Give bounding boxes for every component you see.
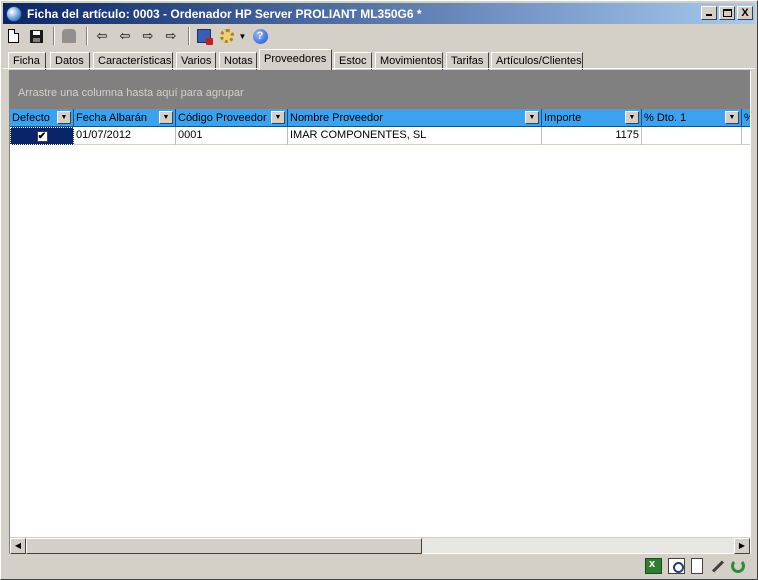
importe-cell[interactable]: 1175 (542, 127, 642, 145)
previous-record-button[interactable]: ⇦ (115, 26, 135, 46)
scroll-left-button[interactable]: ◀ (10, 538, 26, 554)
first-record-icon: ⇦ (96, 28, 108, 44)
defecto-cell[interactable]: ✔ (10, 127, 74, 145)
new-button[interactable] (3, 26, 23, 46)
edit-icon[interactable] (709, 558, 725, 574)
fecha-cell[interactable]: 01/07/2012 (74, 127, 176, 145)
refresh-icon[interactable] (731, 559, 745, 573)
default-checkbox[interactable]: ✔ (36, 130, 48, 142)
window-title: Ficha del artículo: 0003 - Ordenador HP … (27, 6, 422, 21)
app-icon (6, 5, 22, 22)
group-by-area[interactable]: Arrastre una columna hasta aquí para agr… (10, 71, 750, 109)
codigo-cell[interactable]: 0001 (176, 127, 288, 145)
save-button[interactable] (26, 26, 46, 46)
grid-header: Defecto ▼ Fecha Albarán ▼ Código Proveedor… (10, 109, 750, 127)
column-header-dto1[interactable]: % Dto. 1 ▼ (642, 109, 742, 127)
scroll-thumb[interactable] (26, 538, 422, 554)
table-row[interactable]: ✔ 01/07/2012 0001 IMAR COMPONENTES, SL 1… (10, 127, 750, 145)
column-label: % (744, 112, 750, 124)
column-label: Nombre Proveedor (290, 111, 383, 124)
tab-proveedores[interactable]: Proveedores (259, 49, 332, 70)
first-record-button[interactable]: ⇦ (92, 26, 112, 46)
toolbar-separator (86, 27, 88, 45)
column-label: Defecto (12, 111, 50, 124)
help-icon: ? (252, 28, 268, 44)
suppliers-grid-panel: Arrastre una columna hasta aquí para agr… (9, 70, 751, 554)
group-hint-text: Arrastre una columna hasta aquí para agr… (18, 87, 244, 99)
column-label: % Dto. 1 (644, 111, 687, 124)
nombre-cell[interactable]: IMAR COMPONENTES, SL (288, 127, 542, 145)
column-header-next[interactable]: % (742, 109, 750, 127)
title-bar[interactable]: Ficha del artículo: 0003 - Ordenador HP … (3, 3, 755, 24)
column-label: Código Proveedor (178, 111, 267, 124)
print-preview-icon[interactable] (668, 558, 685, 574)
bottom-toolbar (645, 557, 745, 575)
article-window: Ficha del artículo: 0003 - Ordenador HP … (0, 0, 758, 580)
window-controls: X (701, 6, 753, 20)
excel-export-icon[interactable] (645, 558, 662, 574)
help-button[interactable]: ? (250, 26, 270, 46)
next-record-icon: ⇨ (142, 28, 154, 44)
settings-icon (220, 29, 234, 43)
close-icon: X (741, 7, 749, 19)
tab-divider (3, 68, 755, 69)
column-header-nombre-proveedor[interactable]: Nombre Proveedor ▼ (288, 109, 542, 127)
column-header-defecto[interactable]: Defecto ▼ (10, 109, 74, 127)
save-icon (29, 29, 43, 43)
column-header-importe[interactable]: Importe ▼ (542, 109, 642, 127)
next-record-button[interactable]: ⇨ (138, 26, 158, 46)
filter-dropdown-icon[interactable]: ▼ (57, 111, 71, 124)
minimize-icon (706, 14, 712, 16)
last-record-icon: ⇨ (165, 28, 177, 44)
filter-dropdown-icon[interactable]: ▼ (725, 111, 739, 124)
close-button[interactable]: X (737, 6, 753, 20)
filter-dropdown-icon[interactable]: ▼ (159, 111, 173, 124)
stamp-button[interactable] (59, 26, 79, 46)
column-label: Importe (544, 111, 582, 124)
toolbar-separator (188, 27, 190, 45)
toolbar: ⇦ ⇦ ⇨ ⇨ ▼ ? (3, 25, 755, 47)
last-record-button[interactable]: ⇨ (161, 26, 181, 46)
filter-dropdown-icon[interactable]: ▼ (625, 111, 639, 124)
filter-dropdown-icon[interactable]: ▼ (525, 111, 539, 124)
chevron-down-icon: ▼ (238, 31, 247, 41)
calculator-button[interactable] (194, 26, 214, 46)
horizontal-scrollbar[interactable]: ◀ ▶ (10, 537, 750, 554)
filter-dropdown-icon[interactable]: ▼ (271, 111, 285, 124)
settings-button[interactable] (217, 26, 237, 46)
page-icon[interactable] (691, 558, 703, 574)
minimize-button[interactable] (701, 6, 717, 20)
dto1-cell[interactable] (642, 127, 742, 145)
toolbar-separator (53, 27, 55, 45)
maximize-icon (723, 9, 732, 17)
column-label: Fecha Albarán (76, 111, 147, 124)
new-document-icon (7, 29, 19, 43)
calculator-icon (197, 29, 213, 45)
tab-strip: Ficha Datos Características Varios Notas… (3, 49, 755, 70)
previous-record-icon: ⇦ (119, 28, 131, 44)
maximize-button[interactable] (719, 6, 735, 20)
settings-dropdown-button[interactable]: ▼ (237, 26, 247, 46)
column-header-fecha-albaran[interactable]: Fecha Albarán ▼ (74, 109, 176, 127)
scroll-right-button[interactable]: ▶ (734, 538, 750, 554)
stamp-icon (62, 29, 76, 43)
column-header-codigo-proveedor[interactable]: Código Proveedor ▼ (176, 109, 288, 127)
